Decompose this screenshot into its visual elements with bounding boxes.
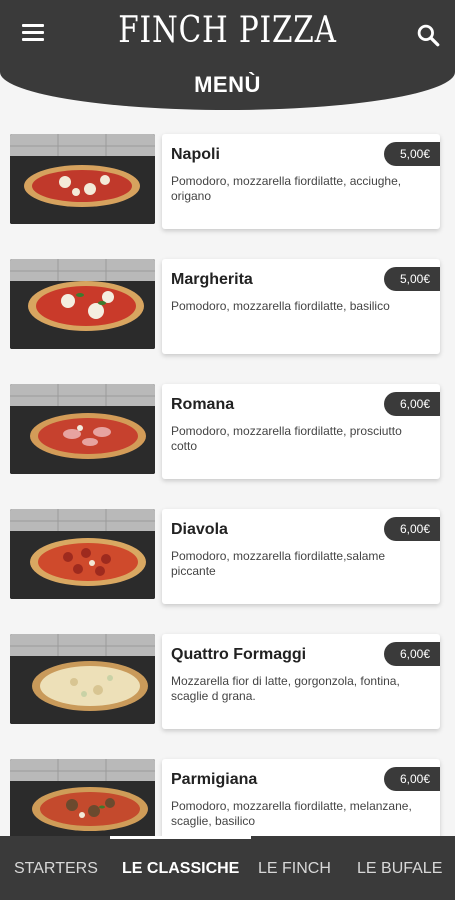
pizza-description: Pomodoro, mozzarella fiordilatte, acciug… — [171, 174, 402, 203]
price-badge: 6,00€ — [383, 642, 440, 666]
pizza-name: Napoli — [171, 146, 220, 163]
tab-le-finch[interactable]: LE FINCH — [258, 836, 331, 900]
pizza-photo — [10, 634, 155, 724]
category-tab-bar: STARTERS LE CLASSICHE LE FINCH LE BUFALE — [0, 836, 455, 900]
price-badge: 5,00€ — [383, 267, 440, 291]
pizza-name: Margherita — [171, 271, 253, 288]
pizza-item-romana[interactable]: Romana 6,00€ Pomodoro, mozzarella fiordi… — [10, 384, 440, 479]
pizza-card[interactable]: Quattro Formaggi 6,00€ Mozzarella fior d… — [162, 634, 440, 729]
pizza-card[interactable]: Napoli 5,00€ Pomodoro, mozzarella fiordi… — [162, 134, 440, 229]
tab-le-bufale[interactable]: LE BUFALE — [357, 836, 442, 900]
price-badge: 6,00€ — [383, 517, 440, 541]
app-logo: FINCH PIZZA — [118, 10, 337, 51]
pizza-card[interactable]: Margherita 5,00€ Pomodoro, mozzarella fi… — [162, 259, 440, 354]
pizza-photo — [10, 509, 155, 599]
pizza-card[interactable]: Romana 6,00€ Pomodoro, mozzarella fiordi… — [162, 384, 440, 479]
pizza-photo — [10, 134, 155, 224]
pizza-item-margherita[interactable]: Margherita 5,00€ Pomodoro, mozzarella fi… — [10, 259, 440, 354]
pizza-photo — [10, 384, 155, 474]
price-badge: 5,00€ — [383, 142, 440, 166]
pizza-photo — [10, 259, 155, 349]
pizza-item-diavola[interactable]: Diavola 6,00€ Pomodoro, mozzarella fiord… — [10, 509, 440, 604]
tab-starters[interactable]: STARTERS — [14, 836, 98, 900]
search-icon[interactable] — [415, 22, 441, 48]
page-title: MENÙ — [194, 72, 261, 97]
pizza-item-quattro-formaggi[interactable]: Quattro Formaggi 6,00€ Mozzarella fior d… — [10, 634, 440, 729]
pizza-card[interactable]: Diavola 6,00€ Pomodoro, mozzarella fiord… — [162, 509, 440, 604]
pizza-name: Quattro Formaggi — [171, 646, 307, 663]
app-screen: FINCH PIZZA MENÙ Napoli 5,00€ Pomodoro, … — [0, 0, 455, 900]
header-bar: FINCH PIZZA MENÙ — [0, 0, 455, 110]
pizza-item-napoli[interactable]: Napoli 5,00€ Pomodoro, mozzarella fiordi… — [10, 134, 440, 229]
pizza-description: Pomodoro, mozzarella fiordilatte, prosci… — [171, 424, 402, 453]
price-badge: 6,00€ — [383, 767, 440, 791]
pizza-description: Mozzarella fior di latte, gorgonzola, fo… — [171, 674, 400, 703]
pizza-description: Pomodoro, mozzarella fiordilatte,salame … — [171, 549, 386, 578]
price-badge: 6,00€ — [383, 392, 440, 416]
pizza-name: Diavola — [171, 521, 228, 538]
tab-le-classiche[interactable]: LE CLASSICHE — [109, 836, 252, 900]
pizza-name: Romana — [171, 396, 235, 413]
pizza-name: Parmigiana — [171, 771, 258, 788]
pizza-description: Pomodoro, mozzarella fiordilatte, basili… — [171, 299, 390, 313]
pizza-description: Pomodoro, mozzarella fiordilatte, melanz… — [171, 799, 412, 828]
